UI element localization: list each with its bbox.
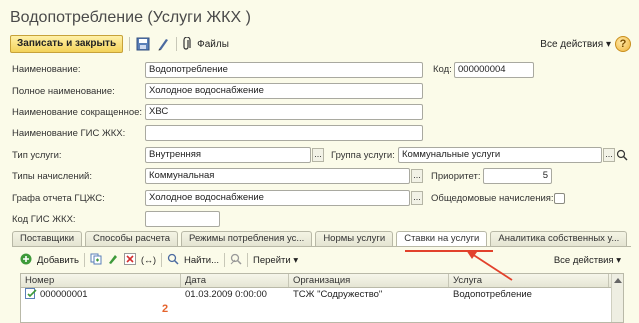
accrual-types-label: Типы начислений: xyxy=(12,171,92,182)
cell-service: Водопотребление xyxy=(453,289,532,300)
service-type-label: Тип услуги: xyxy=(12,150,62,161)
service-type-field[interactable]: Внутренняя xyxy=(145,147,311,163)
goto-label: Перейти xyxy=(253,254,291,266)
link-arrows-icon[interactable]: (↔) xyxy=(141,255,156,265)
files-link[interactable]: Файлы xyxy=(197,39,229,50)
service-type-select-button[interactable]: ... xyxy=(312,148,324,162)
tab-own-analytics[interactable]: Аналитика собственных у... xyxy=(490,231,628,246)
accrual-types-select-button[interactable]: ... xyxy=(411,169,423,183)
table-row[interactable]: 000000001 01.03.2009 0:00:00 ТСЖ "Содруж… xyxy=(21,288,623,302)
add-button[interactable]: Добавить xyxy=(37,255,79,266)
group-select-button[interactable]: ... xyxy=(603,148,615,162)
main-toolbar: Записать и закрыть Файлы xyxy=(10,35,229,53)
column-header-org[interactable]: Организация xyxy=(289,274,449,287)
toolbar-separator xyxy=(84,253,85,267)
tab-service-rates[interactable]: Ставки на услуги xyxy=(396,231,488,246)
search-icon[interactable] xyxy=(167,253,179,268)
common-house-checkbox[interactable] xyxy=(554,193,565,204)
table-header: Номер Дата Организация Услуга xyxy=(21,274,623,288)
find-button[interactable]: Найти... xyxy=(184,255,219,266)
delete-icon[interactable] xyxy=(124,252,136,268)
table-scrollbar[interactable] xyxy=(611,274,623,322)
tab-calc-methods[interactable]: Способы расчета xyxy=(85,231,179,246)
group-label: Группа услуги: xyxy=(331,150,395,161)
cell-date: 01.03.2009 0:00:00 xyxy=(185,289,267,300)
gis-name-field[interactable] xyxy=(145,125,423,141)
group-field[interactable]: Коммунальные услуги xyxy=(398,147,602,163)
edit-icon[interactable] xyxy=(107,253,119,268)
gis-name-label: Наименование ГИС ЖКХ: xyxy=(12,128,126,139)
report-column-field[interactable]: Холодное водоснабжение xyxy=(145,190,410,206)
tab-divider xyxy=(12,246,631,247)
row-number: 000000001 xyxy=(40,289,88,300)
toolbar-separator xyxy=(247,253,249,267)
add-icon[interactable] xyxy=(20,253,32,268)
chevron-down-icon: ▾ xyxy=(616,255,621,266)
chevron-down-icon: ▾ xyxy=(605,39,611,50)
shortname-label: Наименование сокращенное: xyxy=(12,107,143,118)
tab-service-norms[interactable]: Нормы услуги xyxy=(315,231,394,246)
report-column-select-button[interactable]: ... xyxy=(411,191,423,205)
edit-pen-icon[interactable] xyxy=(156,37,170,51)
annotation-number: 2 xyxy=(162,303,169,315)
all-actions-label: Все действия xyxy=(540,39,604,50)
paperclip-icon[interactable] xyxy=(183,36,191,51)
gis-code-field[interactable] xyxy=(145,211,220,227)
gis-code-label: Код ГИС ЖКХ: xyxy=(12,214,76,225)
scroll-up-icon xyxy=(614,278,622,283)
toolbar-separator xyxy=(161,253,162,267)
shortname-field[interactable]: ХВС xyxy=(145,104,423,120)
help-icon[interactable]: ? xyxy=(615,36,631,52)
all-actions-menu[interactable]: Все действия ▾ xyxy=(540,39,611,50)
priority-field[interactable]: 5 xyxy=(483,168,552,184)
magnifier-icon[interactable] xyxy=(616,148,628,165)
table-toolbar: Добавить (↔) Найти... Перейти ▾ xyxy=(20,252,298,268)
toolbar-separator xyxy=(129,37,131,51)
copy-icon[interactable] xyxy=(90,253,102,268)
cell-number: 000000001 xyxy=(21,288,181,302)
table-all-actions-menu[interactable]: Все действия ▾ xyxy=(554,255,621,266)
name-field[interactable]: Водопотребление xyxy=(145,62,423,78)
code-label: Код: xyxy=(433,64,452,75)
column-header-number[interactable]: Номер xyxy=(21,274,181,287)
toolbar-separator xyxy=(176,37,178,51)
name-label: Наименование: xyxy=(12,64,81,75)
chevron-down-icon: ▾ xyxy=(293,254,299,266)
active-tab-highlight xyxy=(405,250,493,252)
clear-search-icon[interactable] xyxy=(230,253,242,268)
table-all-actions-label: Все действия xyxy=(553,255,614,266)
column-header-date[interactable]: Дата xyxy=(181,274,289,287)
rates-table: Номер Дата Организация Услуга 000000001 … xyxy=(20,273,624,323)
save-icon[interactable] xyxy=(136,37,150,51)
priority-label: Приоритет: xyxy=(431,171,481,182)
column-header-service[interactable]: Услуга xyxy=(449,274,609,287)
fullname-label: Полное наименование: xyxy=(12,86,115,97)
cell-org: ТСЖ "Содружество" xyxy=(293,289,383,300)
common-house-label: Общедомовые начисления: xyxy=(431,193,554,204)
save-close-button[interactable]: Записать и закрыть xyxy=(10,35,124,53)
report-column-label: Графа отчета ГЦЖС: xyxy=(12,193,105,204)
page-title: Водопотребление (Услуги ЖКХ ) xyxy=(10,9,251,26)
tab-consumption-modes[interactable]: Режимы потребления ус... xyxy=(181,231,313,246)
code-field[interactable]: 000000004 xyxy=(454,62,534,78)
document-posted-icon xyxy=(25,288,37,302)
accrual-types-field[interactable]: Коммунальная xyxy=(145,168,410,184)
goto-menu[interactable]: Перейти ▾ xyxy=(253,255,298,266)
tab-bar: Поставщики Способы расчета Режимы потреб… xyxy=(12,231,628,246)
tab-suppliers[interactable]: Поставщики xyxy=(12,231,83,246)
toolbar-separator xyxy=(224,253,226,267)
fullname-field[interactable]: Холодное водоснабжение xyxy=(145,83,423,99)
